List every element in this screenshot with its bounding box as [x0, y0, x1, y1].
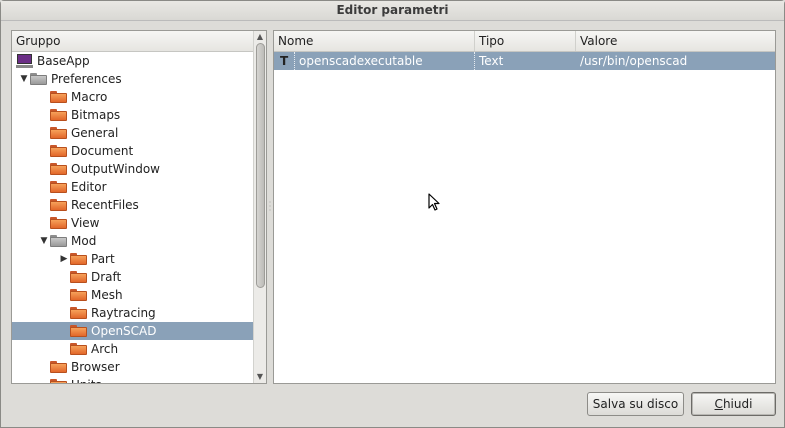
close-button-label: hiudi: [722, 397, 753, 411]
folder-icon: [50, 180, 67, 193]
parameter-editor-window: Editor parametri Gruppo BaseApp ▼ Preferen…: [0, 0, 785, 428]
tree-item-label: Browser: [71, 360, 120, 374]
computer-icon: [16, 54, 33, 68]
tree-item-label: Macro: [71, 90, 108, 104]
column-header-valore[interactable]: Valore: [576, 31, 775, 51]
folder-icon: [70, 306, 87, 319]
scrollbar-thumb[interactable]: [256, 43, 265, 288]
tree-item-label: BaseApp: [37, 54, 90, 68]
expand-arrow-icon[interactable]: ▼: [38, 232, 50, 250]
column-header-nome[interactable]: Nome: [274, 31, 475, 51]
tree-item-part[interactable]: ▶ Part: [12, 250, 254, 268]
folder-icon: [50, 90, 67, 103]
tree-item-arch[interactable]: Arch: [12, 340, 254, 358]
folder-icon: [50, 126, 67, 139]
tree-item-label: General: [71, 126, 119, 140]
parameter-table-pane[interactable]: Nome Tipo Valore T openscadexecutable Te…: [273, 30, 776, 384]
tree-item-label: Raytracing: [91, 306, 156, 320]
tree-item-bitmaps[interactable]: Bitmaps: [12, 106, 254, 124]
expand-arrow-icon[interactable]: ▼: [18, 70, 30, 88]
tree-item-label: OpenSCAD: [91, 324, 157, 338]
folder-icon: [70, 288, 87, 301]
folder-icon: [50, 216, 67, 229]
folder-icon: [50, 144, 67, 157]
tree-item-units[interactable]: Units: [12, 376, 254, 383]
tree-item-outputwindow[interactable]: OutputWindow: [12, 160, 254, 178]
tree-item-raytracing[interactable]: Raytracing: [12, 304, 254, 322]
tree-item-label: Arch: [91, 342, 119, 356]
folder-icon: [70, 252, 87, 265]
tree-item-general[interactable]: General: [12, 124, 254, 142]
tree-item-draft[interactable]: Draft: [12, 268, 254, 286]
scroll-up-arrow-icon[interactable]: ▲: [254, 31, 266, 43]
tree-item-label: Preferences: [51, 72, 122, 86]
folder-gray-icon: [50, 234, 67, 247]
table-row[interactable]: T openscadexecutable Text /usr/bin/opens…: [274, 52, 775, 70]
folder-icon: [50, 198, 67, 211]
group-tree: BaseApp ▼ Preferences Macro Bitmaps General Do…: [12, 52, 254, 383]
column-header-tipo[interactable]: Tipo: [475, 31, 576, 51]
save-to-disk-button[interactable]: Salva su disco: [587, 392, 684, 416]
group-tree-scrollbar[interactable]: ▲ ▼: [253, 31, 266, 383]
parameter-type: Text: [479, 54, 504, 68]
tree-item-recentfiles[interactable]: RecentFiles: [12, 196, 254, 214]
tree-item-label: Mesh: [91, 288, 123, 302]
group-tree-header: Gruppo: [12, 31, 266, 52]
tree-item-mod[interactable]: ▼ Mod: [12, 232, 254, 250]
tree-item-browser[interactable]: Browser: [12, 358, 254, 376]
tree-item-label: Editor: [71, 180, 107, 194]
tree-item-label: View: [71, 216, 100, 230]
tree-item-label: Part: [91, 252, 115, 266]
folder-icon: [70, 324, 87, 337]
folder-icon: [50, 162, 67, 175]
tree-item-macro[interactable]: Macro: [12, 88, 254, 106]
scroll-down-arrow-icon[interactable]: ▼: [254, 371, 266, 383]
tree-item-label: RecentFiles: [71, 198, 139, 212]
tree-item-view[interactable]: View: [12, 214, 254, 232]
parameter-value: /usr/bin/openscad: [580, 54, 688, 68]
tree-item-label: Units: [71, 376, 102, 383]
tree-item-label: Mod: [71, 234, 97, 248]
folder-icon: [70, 342, 87, 355]
collapsed-arrow-icon[interactable]: ▶: [58, 250, 70, 268]
tree-item-baseapp[interactable]: BaseApp: [12, 52, 254, 70]
tree-item-label: Bitmaps: [71, 108, 121, 122]
text-type-icon: T: [280, 54, 289, 68]
parameter-name: openscadexecutable: [294, 52, 475, 70]
folder-icon: [50, 360, 67, 373]
parameter-table-header: Nome Tipo Valore: [274, 31, 775, 52]
folder-icon: [50, 378, 67, 383]
tree-item-label: Document: [71, 144, 134, 158]
tree-item-editor[interactable]: Editor: [12, 178, 254, 196]
group-tree-pane[interactable]: Gruppo BaseApp ▼ Preferences Macro Bitmaps Ge…: [11, 30, 267, 384]
tree-item-label: OutputWindow: [71, 162, 160, 176]
tree-item-document[interactable]: Document: [12, 142, 254, 160]
close-button-mnemonic: C: [714, 397, 723, 411]
tree-item-label: Draft: [91, 270, 122, 284]
folder-icon: [50, 108, 67, 121]
tree-item-openscad[interactable]: OpenSCAD: [12, 322, 254, 340]
folder-icon: [70, 270, 87, 283]
folder-gray-icon: [30, 72, 47, 85]
window-title: Editor parametri: [1, 1, 784, 21]
tree-item-preferences[interactable]: ▼ Preferences: [12, 70, 254, 88]
mouse-cursor-icon: [428, 193, 440, 211]
column-header-gruppo[interactable]: Gruppo: [12, 31, 254, 51]
tree-item-mesh[interactable]: Mesh: [12, 286, 254, 304]
close-button[interactable]: Chiudi: [691, 392, 776, 416]
